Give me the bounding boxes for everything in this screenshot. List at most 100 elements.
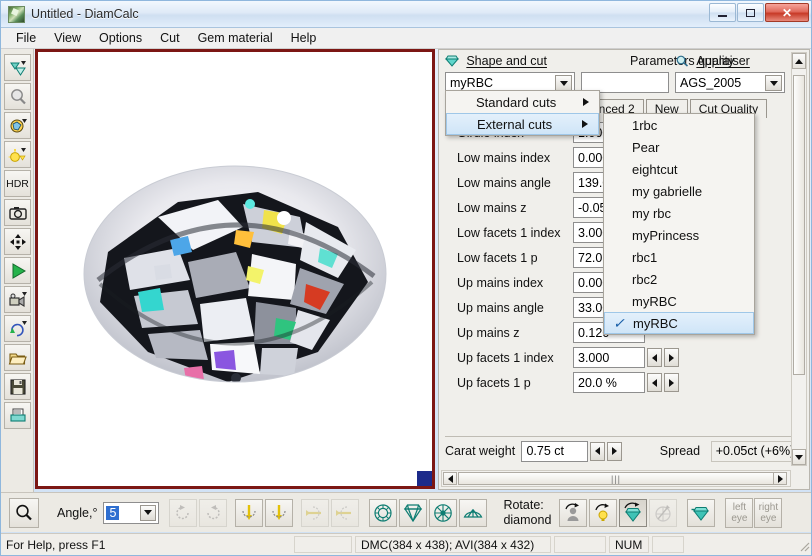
vertical-scroll-thumb[interactable] <box>793 75 805 375</box>
right-eye-button[interactable]: right eye <box>754 497 783 528</box>
chevron-down-icon[interactable] <box>765 75 782 91</box>
param-spin-down[interactable] <box>647 373 662 392</box>
menu-item-label: rbc1 <box>632 249 658 265</box>
tilt-right-icon[interactable] <box>331 498 360 527</box>
external-cuts-submenu: 1rbc Pear eightcut my gabrielle my rbc m… <box>603 113 755 335</box>
table-view-icon[interactable] <box>429 498 458 527</box>
window-controls: ✕ <box>709 3 809 22</box>
carat-spin-down[interactable] <box>590 441 605 461</box>
param-value-field[interactable]: 20.0 % <box>573 372 645 393</box>
rotate-refresh-icon[interactable] <box>4 315 31 342</box>
magnifier-icon[interactable] <box>4 83 31 110</box>
rotate-ccw-icon[interactable] <box>169 498 198 527</box>
resize-grip-icon[interactable] <box>797 539 811 553</box>
rotate-diamond-icon[interactable] <box>619 498 648 527</box>
param-value-field[interactable]: 3.000 <box>573 347 645 368</box>
status-spacer-1 <box>294 536 352 553</box>
panel-horizontal-scrollbar[interactable]: ||| <box>441 470 791 487</box>
view-corner-marker[interactable] <box>417 471 432 486</box>
crown-view-icon[interactable] <box>399 498 428 527</box>
close-button[interactable]: ✕ <box>765 3 809 22</box>
param-label: Low mains z <box>457 200 527 215</box>
lighting-icon[interactable] <box>4 141 31 168</box>
panel-vertical-scrollbar[interactable] <box>791 52 807 466</box>
diamond-render-view[interactable] <box>35 49 435 489</box>
menu-file[interactable]: File <box>7 29 45 47</box>
rotate-scene-icon[interactable] <box>649 498 678 527</box>
scroll-down-button[interactable] <box>792 449 806 465</box>
menu-item-label: 1rbc <box>632 117 658 133</box>
submenu-item-rbc1[interactable]: rbc1 <box>604 246 754 268</box>
menu-item-label: External cuts <box>477 116 553 132</box>
panel-divider <box>445 436 801 437</box>
rotate-light-icon[interactable] <box>589 498 618 527</box>
param-label: Up facets 1 index <box>457 350 554 365</box>
submenu-item-myrbc[interactable]: myRBC <box>604 290 754 312</box>
param-spin-up[interactable] <box>664 348 679 367</box>
chevron-down-icon[interactable] <box>555 75 572 91</box>
diamond-image <box>38 52 432 486</box>
pavilion-view-icon[interactable] <box>459 498 488 527</box>
carat-spin-up[interactable] <box>607 441 622 461</box>
camera-icon[interactable] <box>4 199 31 226</box>
carat-weight-field[interactable]: 0.75 ct <box>521 440 589 462</box>
move-icon[interactable] <box>4 228 31 255</box>
submenu-item-my-rbc[interactable]: my rbc <box>604 202 754 224</box>
menu-item-standard-cuts[interactable]: Standard cuts <box>446 91 599 113</box>
appraiser-combo[interactable]: AGS_2005 <box>675 72 785 93</box>
submenu-item-1rbc[interactable]: 1rbc <box>604 114 754 136</box>
check-icon: ✓ <box>613 314 625 331</box>
tilt-left-icon[interactable] <box>301 498 330 527</box>
video-camera-icon[interactable] <box>4 286 31 313</box>
menu-help[interactable]: Help <box>282 29 326 47</box>
horizontal-scroll-thumb[interactable]: ||| <box>458 472 774 485</box>
submenu-item-pear[interactable]: Pear <box>604 136 754 158</box>
status-spacer-2 <box>554 536 606 553</box>
color-gem-icon[interactable] <box>4 112 31 139</box>
spread-value-field: +0.05ct (+6%) <box>710 440 804 462</box>
save-disk-icon[interactable] <box>4 373 31 400</box>
scroll-right-button[interactable] <box>773 472 787 485</box>
angle-combo[interactable]: 5 <box>103 501 160 524</box>
menu-gem-material[interactable]: Gem material <box>189 29 282 47</box>
menu-item-label: myRBC <box>633 315 678 331</box>
print-icon[interactable] <box>4 402 31 429</box>
menu-cut[interactable]: Cut <box>151 29 188 47</box>
scroll-left-button[interactable] <box>443 472 457 485</box>
status-help-text: For Help, press F1 <box>1 536 291 553</box>
chevron-down-icon[interactable] <box>140 504 157 521</box>
param-spin-down[interactable] <box>647 348 662 367</box>
submenu-item-rbc2[interactable]: rbc2 <box>604 268 754 290</box>
menu-options[interactable]: Options <box>90 29 151 47</box>
appraiser-group: Appraiser <box>675 54 750 68</box>
param-spin-up[interactable] <box>664 373 679 392</box>
reset-diamond-icon[interactable] <box>687 498 716 527</box>
rotate-observer-icon[interactable] <box>559 498 588 527</box>
left-eye-button[interactable]: left eye <box>725 497 754 528</box>
rotate-cw-icon[interactable] <box>199 498 228 527</box>
menu-item-label: rbc2 <box>632 271 658 287</box>
spread-label: Spread <box>659 444 701 458</box>
menu-view[interactable]: View <box>45 29 90 47</box>
menu-item-external-cuts[interactable]: External cuts <box>446 113 599 135</box>
tilt-down-left-icon[interactable] <box>235 498 264 527</box>
diamcalc-window: Untitled - DiamCalc ✕ File View Options … <box>0 0 812 556</box>
submenu-item-myprincess[interactable]: myPrincess <box>604 224 754 246</box>
play-icon[interactable] <box>4 257 31 284</box>
tilt-down-right-icon[interactable] <box>265 498 294 527</box>
param-value: 3.000 <box>578 350 610 365</box>
menu-item-label: Pear <box>632 139 660 155</box>
appraiser-label: Appraiser <box>696 54 750 68</box>
magnifier-icon[interactable] <box>9 497 39 528</box>
submenu-item-myrbc-selected[interactable]: ✓ myRBC <box>604 312 754 334</box>
maximize-button[interactable] <box>737 3 764 22</box>
submenu-item-my-gabrielle[interactable]: my gabrielle <box>604 180 754 202</box>
girdle-view-icon[interactable] <box>369 498 398 527</box>
open-folder-icon[interactable] <box>4 344 31 371</box>
scroll-up-button[interactable] <box>792 53 806 69</box>
submenu-item-eightcut[interactable]: eightcut <box>604 158 754 180</box>
hdr-button[interactable]: HDR <box>4 170 31 197</box>
angle-value: 5 <box>106 505 120 520</box>
minimize-button[interactable] <box>709 3 736 22</box>
gem-render-icon[interactable] <box>4 54 31 81</box>
